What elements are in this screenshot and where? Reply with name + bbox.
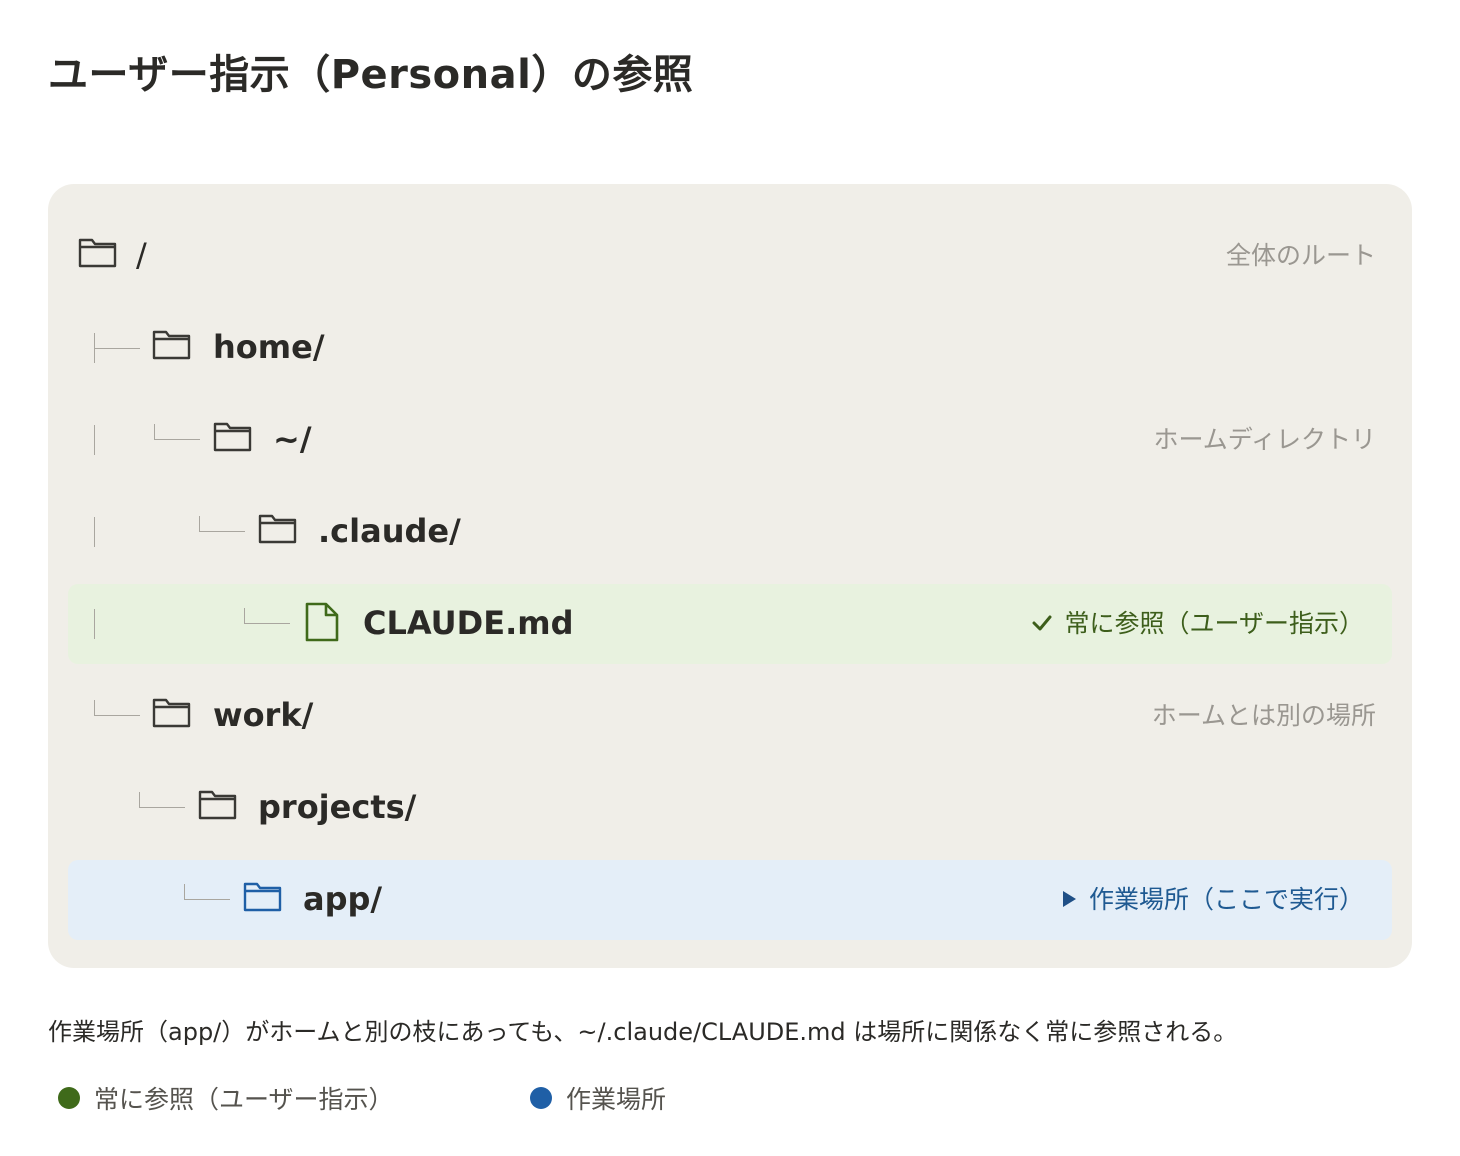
tree-row-work: work/ ホームとは別の場所 — [68, 676, 1392, 756]
always-referenced-status: 常に参照（ユーザー指示） — [1032, 608, 1364, 640]
tree-label-root: / — [136, 236, 147, 274]
tree-label-claude-md: CLAUDE.md — [363, 604, 574, 642]
tree-last-connector — [244, 608, 290, 624]
status-label: 常に参照（ユーザー指示） — [1064, 609, 1364, 638]
work-note: ホームとは別の場所 — [1151, 701, 1376, 730]
folder-icon — [152, 328, 192, 360]
page-title: ユーザー指示（Personal）の参照 — [48, 52, 694, 98]
tree-guide-line — [94, 425, 95, 455]
tree-row-home: home/ — [68, 308, 1392, 388]
tree-last-connector — [154, 424, 200, 440]
tree-label-projects: projects/ — [258, 788, 417, 826]
folder-icon — [152, 696, 192, 728]
file-icon — [304, 602, 340, 642]
legend-label: 作業場所 — [566, 1085, 667, 1114]
tree-row-claude-dir: .claude/ — [68, 492, 1392, 572]
status-label: 作業場所（ここで実行） — [1088, 885, 1364, 914]
tree-label-work: work/ — [213, 696, 314, 734]
root-note: 全体のルート — [1225, 241, 1376, 270]
tree-row-root: / 全体のルート — [68, 216, 1392, 296]
tree-row-projects: projects/ — [68, 768, 1392, 848]
tree-last-connector — [94, 700, 140, 716]
tilde-note: ホームディレクトリ — [1153, 425, 1376, 454]
workplace-status: 作業場所（ここで実行） — [1061, 884, 1364, 916]
legend-dot-blue — [530, 1087, 552, 1109]
tree-label-tilde: ~/ — [273, 420, 312, 458]
tree-row-tilde: ~/ ホームディレクトリ — [68, 400, 1392, 480]
folder-icon — [213, 420, 253, 452]
legend-dot-green — [58, 1087, 80, 1109]
play-icon — [1061, 884, 1077, 916]
tree-row-claude-md: CLAUDE.md 常に参照（ユーザー指示） — [68, 584, 1392, 664]
directory-tree-panel: / 全体のルート home/ ~/ ホームディレクトリ .claude/ CLA… — [48, 184, 1412, 968]
tree-label-claude-dir: .claude/ — [318, 512, 461, 550]
tree-row-app: app/ 作業場所（ここで実行） — [68, 860, 1392, 940]
tree-label-app: app/ — [303, 880, 383, 918]
legend-label: 常に参照（ユーザー指示） — [94, 1085, 394, 1114]
legend-item-workplace: 作業場所 — [530, 1080, 666, 1116]
caption: 作業場所（app/）がホームと別の枝にあっても、~/.claude/CLAUDE… — [48, 1018, 1238, 1046]
folder-icon — [258, 512, 298, 544]
tree-label-home: home/ — [213, 328, 325, 366]
folder-icon — [78, 236, 118, 268]
check-icon — [1032, 608, 1052, 640]
tree-guide-line — [94, 517, 95, 547]
tree-guide-line — [94, 609, 95, 639]
tree-branch-connector — [94, 333, 140, 363]
folder-icon — [198, 788, 238, 820]
tree-last-connector — [199, 516, 245, 532]
tree-last-connector — [139, 792, 185, 808]
tree-last-connector — [184, 884, 230, 900]
legend-item-always-referenced: 常に参照（ユーザー指示） — [58, 1080, 394, 1116]
folder-icon — [243, 880, 283, 912]
